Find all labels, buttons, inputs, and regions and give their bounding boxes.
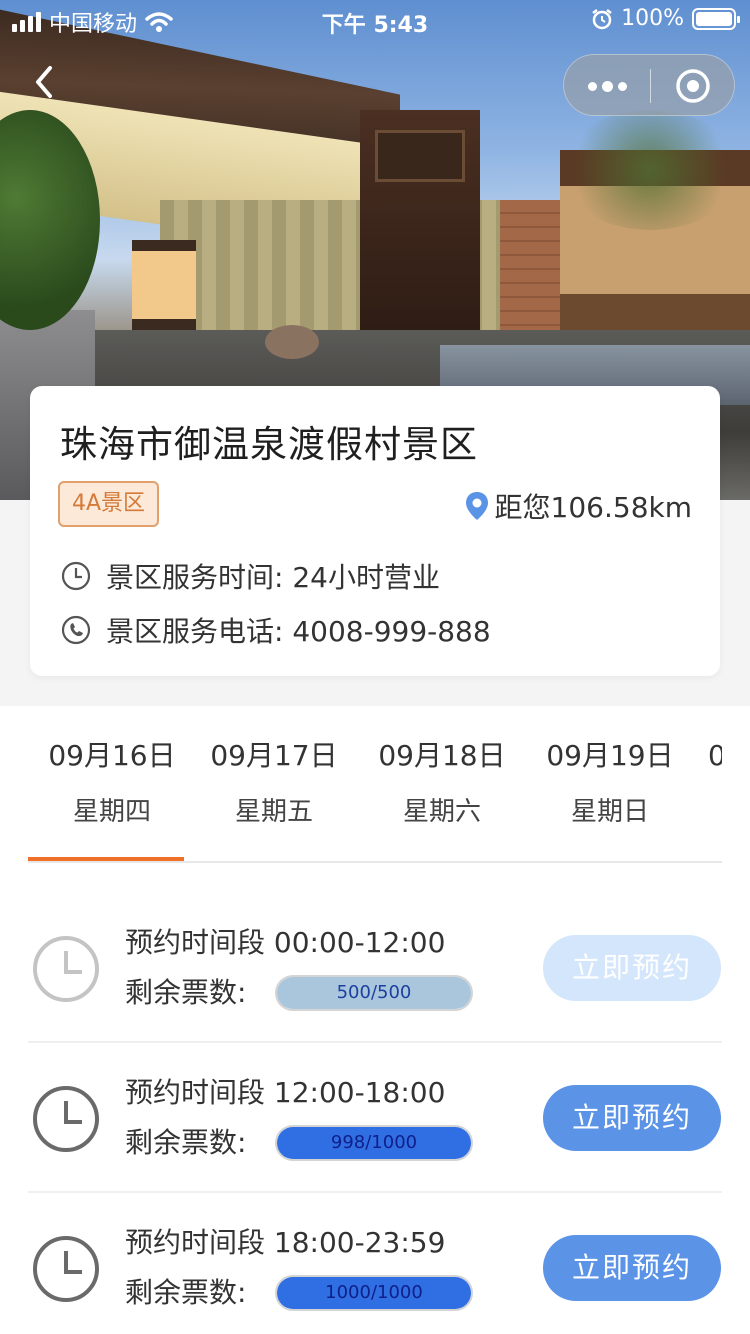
level-badge: 4A景区 [58, 481, 160, 527]
date-tabs: 09月16日 星期四 09月17日 星期五 09月18日 星期六 09月19日 … [28, 706, 722, 863]
more-button[interactable] [564, 55, 650, 117]
time-slot: 预约时间段 00:00-12:00 剩余票数: 500/500 立即预约 [28, 893, 722, 1043]
ticket-count: 998/1000 [330, 1132, 418, 1153]
ticket-progress-bar: 1000/1000 [275, 1275, 473, 1311]
hero-gate-sign [375, 130, 465, 182]
book-now-button[interactable]: 立即预约 [543, 935, 721, 1001]
time-slot: 预约时间段 18:00-23:59 剩余票数: 1000/1000 立即预约 [28, 1193, 722, 1334]
status-bar: 中国移动 下午 5:43 100% [0, 0, 750, 40]
more-dots-icon [587, 81, 597, 91]
location-pin-icon [465, 492, 488, 520]
clock-icon [33, 1236, 99, 1302]
book-now-button[interactable]: 立即预约 [543, 1235, 721, 1301]
date-tab-0919[interactable]: 09月19日 星期日 [526, 736, 694, 832]
battery-percent: 100% [621, 6, 684, 31]
battery-icon [692, 7, 740, 30]
date-label: 09月19日 [546, 739, 674, 772]
active-tab-indicator [28, 857, 184, 861]
clock-icon [33, 936, 99, 1002]
date-tab-0917[interactable]: 09月17日 星期五 [190, 736, 358, 832]
chevron-left-icon [36, 66, 52, 98]
date-label: 09月17日 [210, 739, 338, 772]
phone-icon [61, 615, 91, 645]
hero-tree-right [560, 110, 740, 230]
close-button[interactable] [650, 55, 736, 117]
clock-icon [33, 1086, 99, 1152]
time-slot: 预约时间段 12:00-18:00 剩余票数: 998/1000 立即预约 [28, 1043, 722, 1193]
service-hours-text: 景区服务时间: 24小时营业 [106, 561, 440, 594]
ticket-progress-bar: 998/1000 [275, 1125, 473, 1161]
service-phone-row[interactable]: 景区服务电话: 4008-999-888 [60, 610, 491, 650]
clock-icon [61, 561, 91, 591]
scenic-name: 珠海市御温泉渡假村景区 [60, 423, 478, 466]
slot-time: 预约时间段 12:00-18:00 [125, 1076, 446, 1109]
scenic-info-card: 珠海市御温泉渡假村景区 4A景区 距您106.58km 景区服务时间: 24小时… [30, 386, 720, 676]
booking-section: 09月16日 星期四 09月17日 星期五 09月18日 星期六 09月19日 … [0, 706, 750, 1334]
book-now-button[interactable]: 立即预约 [543, 1085, 721, 1151]
weekday-label: 星期五 [234, 797, 313, 827]
target-circle-icon [676, 69, 710, 103]
ticket-progress-bar: 500/500 [275, 975, 473, 1011]
weekday-label: 星期六 [402, 797, 481, 827]
weekday-label: 星期四 [72, 797, 151, 827]
ticket-count: 1000/1000 [325, 1282, 423, 1303]
service-hours-row: 景区服务时间: 24小时营业 [60, 556, 440, 596]
back-button[interactable] [28, 60, 68, 104]
remaining-label: 剩余票数: [125, 1126, 247, 1159]
slot-time: 预约时间段 00:00-12:00 [125, 926, 446, 959]
date-label: 0 [708, 736, 722, 776]
hero-lantern [132, 240, 196, 330]
distance-info[interactable]: 距您106.58km [465, 486, 692, 526]
status-right: 100% [591, 6, 740, 31]
date-tab-0918[interactable]: 09月18日 星期六 [358, 736, 526, 832]
ticket-count: 500/500 [336, 982, 412, 1003]
date-tab-0916[interactable]: 09月16日 星期四 [28, 736, 196, 832]
date-label: 09月18日 [378, 739, 506, 772]
service-phone-text: 景区服务电话: 4008-999-888 [106, 615, 491, 648]
remaining-label: 剩余票数: [125, 976, 247, 1009]
hero-rock [265, 325, 319, 359]
remaining-label: 剩余票数: [125, 1276, 247, 1309]
date-label: 09月16日 [48, 739, 176, 772]
weekday-label: 星期日 [570, 797, 649, 827]
alarm-icon [592, 8, 612, 29]
date-tab-next[interactable]: 0 [708, 736, 722, 792]
mini-program-capsule [563, 54, 735, 116]
distance-text: 距您106.58km [494, 491, 692, 524]
slot-time: 预约时间段 18:00-23:59 [125, 1226, 446, 1259]
app-root: { "status_bar": { "carrier": "中国移动", "ti… [0, 0, 750, 1334]
